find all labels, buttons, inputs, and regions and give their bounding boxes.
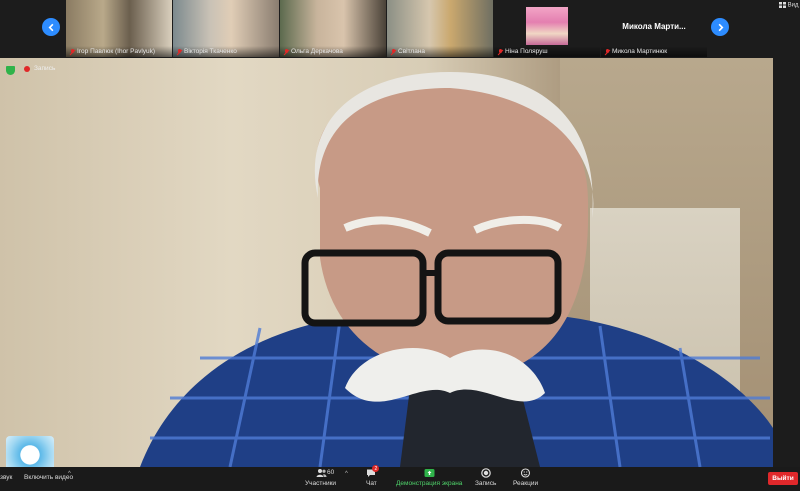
chevron-right-icon <box>718 23 723 31</box>
view-button[interactable]: Вид <box>779 2 799 9</box>
share-screen-button[interactable]: Демонстрация экрана <box>396 468 462 487</box>
right-side-panel <box>773 0 800 491</box>
reactions-button[interactable]: Реакции <box>513 468 538 487</box>
active-speaker-video <box>0 58 773 467</box>
participant-tile[interactable]: Ігор Павлюк (Ihor Pavlyuk) <box>66 0 172 57</box>
audio-button[interactable]: звук <box>0 474 12 481</box>
participant-tile[interactable]: Вікторія Ткаченко <box>173 0 279 57</box>
gallery-prev-button[interactable] <box>42 18 60 36</box>
participant-title: Микола Марти... <box>622 22 686 31</box>
start-video-button[interactable]: Включить видео <box>24 474 73 481</box>
share-screen-icon <box>424 468 435 478</box>
video-options-chevron-icon[interactable]: ^ <box>68 471 71 477</box>
shield-icon[interactable] <box>6 66 15 75</box>
chat-icon: 2 <box>366 465 380 478</box>
participant-tile[interactable]: Ольга Деркачова <box>280 0 386 57</box>
participants-icon <box>316 468 327 478</box>
participants-options-chevron-icon[interactable]: ^ <box>345 471 348 477</box>
chat-unread-badge: 2 <box>372 465 380 472</box>
record-button[interactable]: Запись <box>475 468 496 487</box>
participant-name: Микола Мартинюк <box>601 46 707 57</box>
recording-indicator: Запись <box>24 65 55 72</box>
chevron-left-icon <box>48 23 53 31</box>
participant-tile[interactable]: Микола Марти... Микола Мартинюк <box>601 0 707 57</box>
participant-tile[interactable]: Світлана <box>387 0 493 57</box>
mic-muted-icon <box>176 48 182 55</box>
smiley-plus-icon <box>520 468 531 478</box>
mic-muted-icon <box>69 48 75 55</box>
leave-meeting-button[interactable]: Выйти <box>768 472 798 485</box>
mic-muted-icon <box>604 48 610 55</box>
participant-name: Вікторія Ткаченко <box>173 46 279 57</box>
record-icon <box>480 468 491 478</box>
mic-muted-icon <box>497 48 503 55</box>
participant-gallery: Ігор Павлюк (Ihor Pavlyuk) Вікторія Ткач… <box>0 0 800 58</box>
gallery-next-button[interactable] <box>711 18 729 36</box>
chat-button[interactable]: 2 Чат <box>366 465 380 487</box>
participant-name: Ніна Поляруш <box>494 46 600 57</box>
participant-name: Ігор Павлюк (Ihor Pavlyuk) <box>66 46 172 57</box>
participant-tile[interactable]: Ніна Поляруш <box>494 0 600 57</box>
meeting-toolbar: звук Включить видео ^ Участники 60 ^ 2 Ч… <box>0 465 800 491</box>
mic-muted-icon <box>390 48 396 55</box>
participants-count: 60 <box>327 469 335 476</box>
record-dot-icon <box>24 65 30 72</box>
participant-avatar <box>526 7 568 45</box>
participant-name: Світлана <box>387 46 493 57</box>
participant-name: Ольга Деркачова <box>280 46 386 57</box>
grid-view-icon <box>779 2 786 8</box>
speaker-figure <box>140 72 773 467</box>
mic-muted-icon <box>283 48 289 55</box>
